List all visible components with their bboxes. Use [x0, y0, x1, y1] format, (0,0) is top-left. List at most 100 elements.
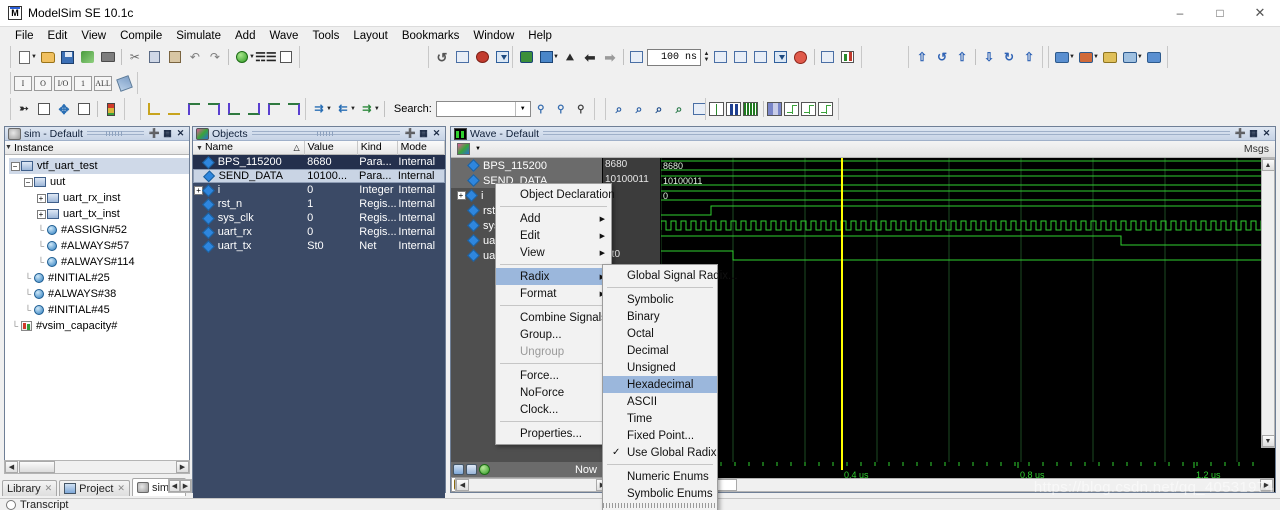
undo-button[interactable]: ↶ — [185, 47, 205, 67]
menu-layout[interactable]: Layout — [346, 29, 395, 43]
menu-item-numeric-enums[interactable]: Numeric Enums — [603, 468, 717, 485]
objects-row[interactable]: SEND_DATA10100...Para...Internal — [193, 169, 445, 183]
menu-help[interactable]: Help — [521, 29, 559, 43]
wave-view-compressed-icon[interactable] — [743, 102, 758, 116]
wave-view-digital-icon[interactable] — [726, 102, 741, 116]
restart-button[interactable]: ↺ — [432, 47, 452, 67]
wave-mode-bus-icon[interactable] — [767, 102, 782, 116]
sim-tree-item[interactable]: └#ALWAYS#57 — [9, 238, 189, 254]
wand-icon[interactable] — [114, 73, 134, 93]
menu-item-symbolic[interactable]: Symbolic — [603, 291, 717, 308]
sim-tree-item[interactable]: −uut — [9, 174, 189, 190]
expand-all-icon[interactable]: ⇉ — [357, 99, 377, 119]
continue-run-button[interactable] — [731, 47, 751, 67]
bookmark-next-icon[interactable]: ⇧ — [952, 47, 972, 67]
sim-tree-item[interactable]: └#INITIAL#25 — [9, 270, 189, 286]
wave-window-button[interactable] — [452, 47, 472, 67]
filter-button-1[interactable]: 1 — [74, 76, 92, 91]
menu-add[interactable]: Add — [228, 29, 262, 43]
break-button[interactable] — [771, 47, 791, 67]
menu-item-decimal[interactable]: Decimal — [603, 342, 717, 359]
tree-expander-icon[interactable]: − — [22, 174, 34, 190]
menu-item-format[interactable]: Format▶ — [496, 285, 611, 302]
find-next-falling-icon[interactable] — [244, 99, 264, 119]
print-button[interactable] — [98, 47, 118, 67]
menu-item-global-signal-radix[interactable]: Global Signal Radix... — [603, 267, 717, 284]
run-continue-button[interactable] — [751, 47, 771, 67]
wave-canvas[interactable]: 8680101000110 — [661, 158, 1275, 463]
menu-item-object-declaration[interactable]: Object Declaration — [496, 186, 611, 203]
tree-expander-icon[interactable]: + — [35, 190, 47, 206]
sim-tree-item[interactable]: └#vsim_capacity# — [9, 318, 189, 334]
bookmark-add-icon[interactable]: ⇧ — [912, 47, 932, 67]
now-pin-icon[interactable] — [466, 464, 477, 475]
select-mode-icon[interactable]: ➳ — [14, 99, 34, 119]
window-new-icon[interactable] — [1144, 47, 1164, 67]
zoom-full-icon[interactable]: ⌕ — [649, 99, 669, 119]
sim-tree-item[interactable]: +uart_rx_inst — [9, 190, 189, 206]
objects-column-value[interactable]: Value — [305, 141, 358, 155]
sim-horizontal-scrollbar[interactable]: ◀ ▶ — [4, 460, 190, 474]
menu-item-noforce[interactable]: NoForce — [496, 384, 611, 401]
copy-button[interactable] — [145, 47, 165, 67]
menu-item-force[interactable]: Force... — [496, 367, 611, 384]
run-all-button[interactable] — [711, 47, 731, 67]
search-dropdown-icon[interactable]: ▼ — [515, 102, 530, 116]
menu-item-combine-signals[interactable]: Combine Signals... — [496, 309, 611, 326]
run-length-input[interactable]: 100 ns — [647, 49, 701, 66]
cut-button[interactable]: ✂ — [125, 47, 145, 67]
menu-item-unsigned[interactable]: Unsigned — [603, 359, 717, 376]
menu-item-radix[interactable]: Radix▶ — [496, 268, 611, 285]
objects-column-name[interactable]: ▼Name △ — [193, 141, 305, 155]
objects-column-kind[interactable]: Kind — [358, 141, 398, 155]
objects-panel-close-icon[interactable]: ✕ — [430, 128, 443, 140]
menu-item-use-global-radix[interactable]: ✓Use Global Radix — [603, 444, 717, 461]
goto-cycle-icon[interactable]: ↻ — [999, 47, 1019, 67]
tab-scroll-right-icon[interactable]: ▶ — [180, 480, 191, 492]
tab-close-icon[interactable]: ✕ — [45, 483, 53, 494]
scroll-left-icon[interactable]: ◀ — [5, 461, 18, 473]
menu-item-hexadecimal[interactable]: Hexadecimal — [603, 376, 717, 393]
menu-item-fixed-point[interactable]: Fixed Point... — [603, 427, 717, 444]
run-up-button[interactable]: ⯅ — [560, 47, 580, 67]
wave-panel-undock-icon[interactable]: ▦ — [1247, 128, 1260, 140]
filter-button-o[interactable]: O — [34, 76, 52, 91]
find-prev-falling-icon[interactable] — [224, 99, 244, 119]
menu-view[interactable]: View — [74, 29, 113, 43]
panel-tabs[interactable]: Library✕Project✕sim✕ — [2, 478, 188, 496]
wave-panel-dock-icon[interactable]: ➕ — [1234, 128, 1247, 140]
window-save-icon[interactable] — [1120, 47, 1140, 67]
menu-item-properties[interactable]: Properties... — [496, 425, 611, 442]
minimize-button[interactable]: – — [1160, 0, 1200, 27]
zoom-mode-icon[interactable] — [34, 99, 54, 119]
menu-simulate[interactable]: Simulate — [169, 29, 228, 43]
sim-tree-item[interactable]: └#ALWAYS#38 — [9, 286, 189, 302]
menu-item-ascii[interactable]: ASCII — [603, 393, 717, 410]
radix-submenu[interactable]: Global Signal Radix...SymbolicBinaryOcta… — [602, 264, 718, 510]
sim-tree-item[interactable]: └#INITIAL#45 — [9, 302, 189, 318]
menu-resize-grip[interactable] — [603, 503, 717, 508]
find-prev-rising-icon[interactable] — [264, 99, 284, 119]
sim-panel-dock-icon[interactable]: ➕ — [148, 128, 161, 140]
objects-row[interactable]: +i0IntegerInternal — [193, 183, 445, 197]
menu-edit[interactable]: Edit — [41, 29, 75, 43]
delete-cursor-icon[interactable] — [164, 99, 184, 119]
maximize-button[interactable]: □ — [1200, 0, 1240, 27]
compile-button[interactable] — [232, 47, 252, 67]
step-over-button[interactable] — [536, 47, 556, 67]
reload-button[interactable] — [78, 47, 98, 67]
find-prev-transition-icon[interactable] — [184, 99, 204, 119]
tree-expander-icon[interactable]: − — [9, 158, 21, 174]
run-button[interactable] — [627, 47, 647, 67]
step-button[interactable] — [516, 47, 536, 67]
objects-row[interactable]: BPS_1152008680Para...Internal — [193, 155, 445, 169]
wave-signal-row[interactable]: BPS_115200 — [451, 158, 602, 173]
save-button[interactable] — [58, 47, 78, 67]
tree-expander-icon[interactable]: + — [35, 206, 47, 222]
sim-panel-close-icon[interactable]: ✕ — [174, 128, 187, 140]
expand-signal-icon[interactable]: ⇉ — [309, 99, 329, 119]
sim-tree-item[interactable]: └#ASSIGN#52 — [9, 222, 189, 238]
menu-file[interactable]: File — [8, 29, 41, 43]
menu-item-time[interactable]: Time — [603, 410, 717, 427]
window-layout-icon[interactable] — [1076, 47, 1096, 67]
